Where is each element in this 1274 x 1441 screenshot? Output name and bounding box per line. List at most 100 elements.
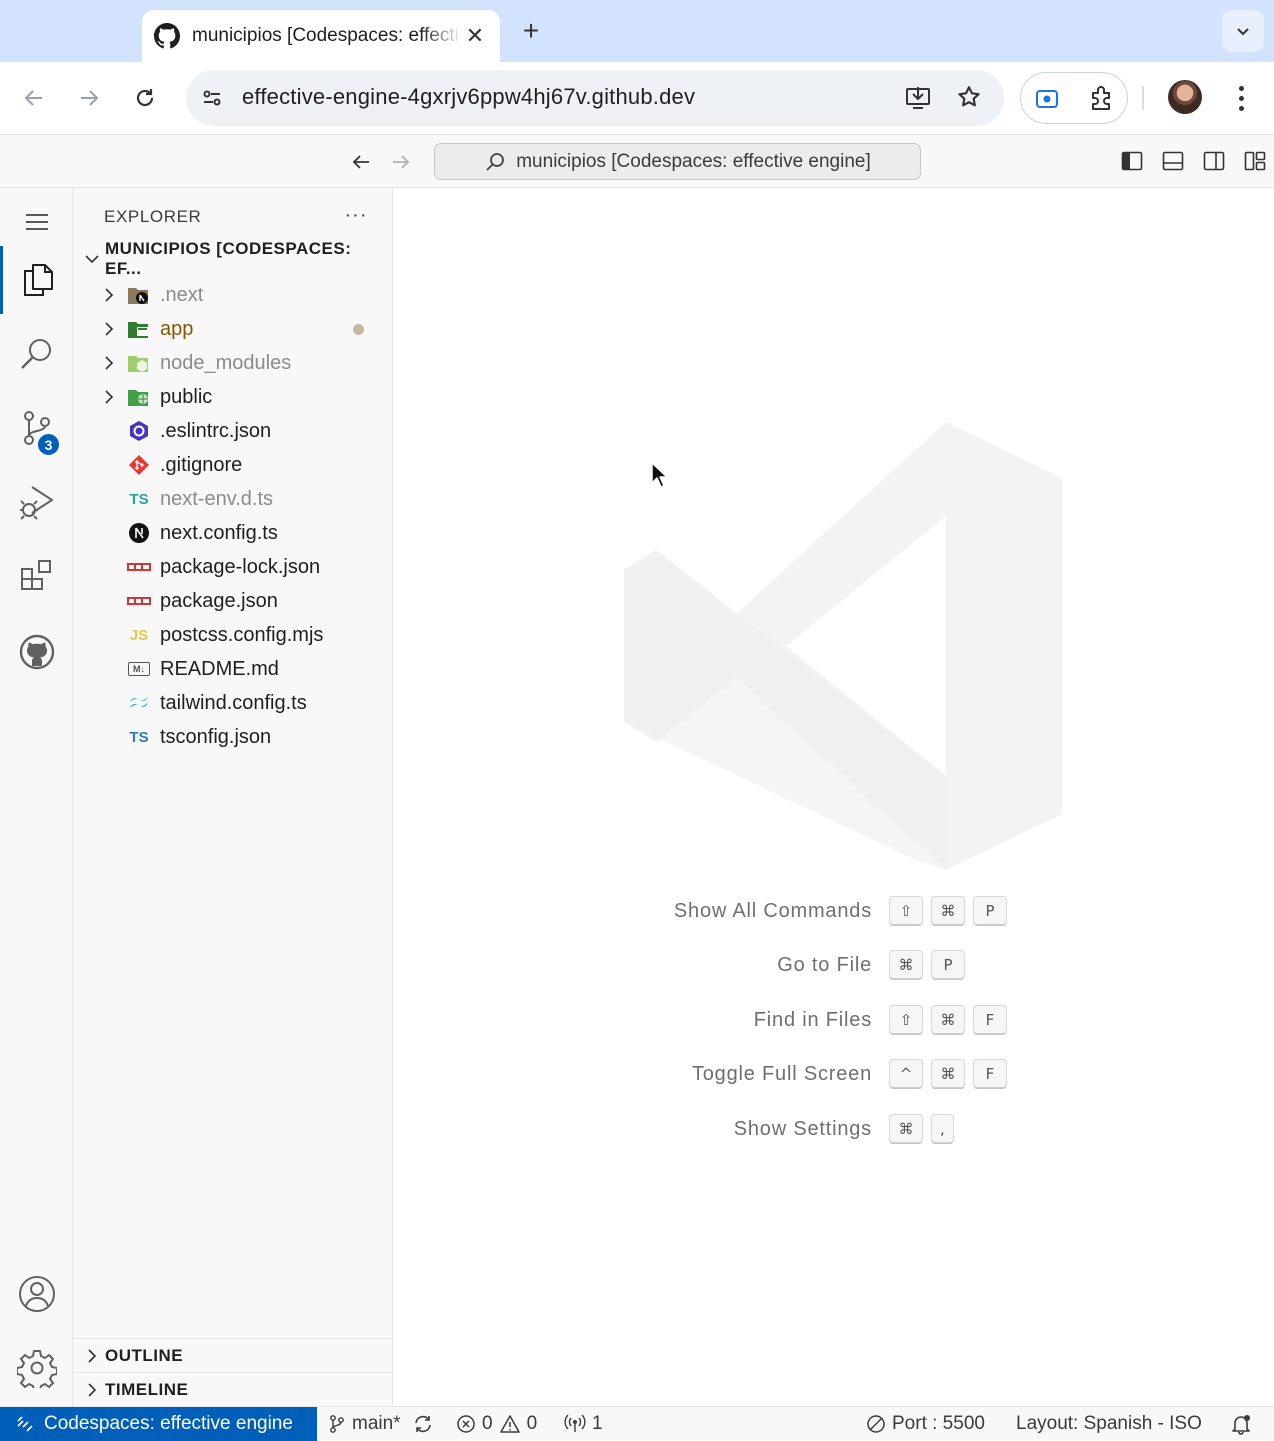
profile-avatar[interactable] — [1168, 80, 1202, 114]
tree-item-readme[interactable]: M↓ README.md — [73, 652, 393, 686]
shortcut-toggle-full-screen[interactable]: Toggle Full Screen ^ ⌘ F — [394, 1057, 1274, 1097]
sync-button[interactable] — [412, 1407, 434, 1441]
explorer-more-actions[interactable]: ··· — [343, 202, 369, 228]
tree-item-package-lock[interactable]: package-lock.json — [73, 550, 393, 584]
activity-manage[interactable] — [0, 1334, 73, 1402]
tailwind-icon — [127, 691, 151, 715]
install-app-icon[interactable] — [904, 84, 932, 112]
gear-icon — [16, 1350, 57, 1388]
activity-accounts[interactable] — [0, 1260, 73, 1328]
timeline-section[interactable]: TIMELINE — [73, 1372, 393, 1406]
tree-item-postcss-config[interactable]: JS postcss.config.mjs — [73, 618, 393, 652]
browser-tab[interactable]: municipios [Codespaces: effective engine… — [142, 10, 500, 62]
activity-extensions[interactable] — [0, 542, 73, 610]
tree-item-public-folder[interactable]: public — [73, 380, 393, 414]
go-back-button[interactable] — [346, 147, 376, 177]
workspace-root-folder[interactable]: MUNICIPIOS [CODESPACES: EF... — [73, 239, 393, 278]
activity-explorer[interactable] — [0, 246, 73, 314]
url-text[interactable]: effective-engine-4gxrjv6ppw4hj67v.github… — [242, 84, 695, 110]
markdown-glyph: M↓ — [128, 662, 150, 676]
ports-indicator[interactable]: 1 — [564, 1407, 603, 1441]
shortcut-label: Go to File — [777, 954, 872, 976]
chevron-right-icon — [101, 346, 117, 380]
toolbar-divider — [1142, 86, 1144, 110]
node-folder-icon — [127, 351, 151, 375]
markdown-icon: M↓ — [127, 657, 151, 681]
customize-layout-icon[interactable] — [1243, 149, 1267, 173]
tree-item-label: README.md — [160, 657, 279, 680]
shortcut-go-to-file[interactable]: Go to File ⌘ P — [394, 948, 1274, 988]
activity-github[interactable] — [0, 618, 73, 686]
shortcut-show-all-commands[interactable]: Show All Commands ⇧ ⌘ P — [394, 894, 1274, 934]
branch-icon — [330, 1415, 344, 1433]
notifications-button[interactable] — [1230, 1407, 1252, 1441]
tree-item-next-folder[interactable]: .next — [73, 278, 393, 312]
tree-item-next-env[interactable]: TS next-env.d.ts — [73, 482, 393, 516]
tree-item-eslintrc[interactable]: .eslintrc.json — [73, 414, 393, 448]
tree-item-label: .eslintrc.json — [160, 419, 272, 442]
toggle-secondary-sidebar-icon[interactable] — [1202, 149, 1226, 173]
go-forward-button[interactable] — [386, 147, 416, 177]
javascript-icon: JS — [129, 626, 149, 644]
live-server-port[interactable]: Port : 5500 — [866, 1407, 985, 1441]
chevron-right-icon — [101, 380, 117, 414]
eslint-icon — [127, 419, 151, 443]
circle-slash-icon — [867, 1415, 885, 1433]
tree-item-package-json[interactable]: package.json — [73, 584, 393, 618]
kbd-key: ^ — [889, 1059, 923, 1089]
kbd-key: ⌘ — [889, 1114, 923, 1144]
bell-icon — [1232, 1415, 1250, 1435]
tree-item-app-folder[interactable]: app — [73, 312, 393, 346]
tree-item-node-modules-folder[interactable]: node_modules — [73, 346, 393, 380]
tree-item-label: tsconfig.json — [160, 725, 272, 748]
timeline-label: TIMELINE — [105, 1379, 189, 1399]
close-tab-icon[interactable]: ✕ — [462, 23, 488, 49]
activity-search[interactable] — [0, 320, 73, 388]
new-tab-button[interactable]: + — [516, 15, 546, 46]
shortcut-find-in-files[interactable]: Find in Files ⇧ ⌘ F — [394, 1003, 1274, 1043]
arrow-left-icon — [352, 155, 369, 169]
toggle-primary-sidebar-icon[interactable] — [1120, 149, 1144, 173]
tree-item-label: app — [160, 317, 194, 340]
git-branch[interactable]: main* — [328, 1407, 401, 1441]
activity-source-control[interactable]: 3 — [0, 394, 73, 462]
outline-section[interactable]: OUTLINE — [73, 1338, 393, 1372]
layout-label: Layout: Spanish - ISO — [1016, 1413, 1202, 1434]
toggle-panel-icon[interactable] — [1161, 149, 1185, 173]
tree-item-gitignore[interactable]: .gitignore — [73, 448, 393, 482]
tree-item-next-config[interactable]: next.config.ts — [73, 516, 393, 550]
chevron-right-icon — [81, 1348, 103, 1364]
problems-indicator[interactable]: 0 0 — [456, 1407, 537, 1441]
remote-icon — [17, 1416, 33, 1432]
mouse-cursor-icon — [651, 462, 668, 488]
branch-label: main* — [352, 1413, 401, 1434]
editor-area[interactable]: Show All Commands ⇧ ⌘ P Go to File ⌘ P F… — [394, 188, 1274, 1406]
chevron-right-icon — [101, 312, 117, 346]
more-icon[interactable] — [1226, 80, 1256, 116]
shortcut-label: Toggle Full Screen — [691, 1063, 872, 1085]
kbd-key: , — [931, 1114, 954, 1144]
layout-controls — [1120, 149, 1267, 173]
github-icon — [19, 634, 54, 670]
tab-search-button[interactable] — [1222, 10, 1264, 52]
remote-indicator[interactable]: Codespaces: effective engine — [0, 1407, 317, 1441]
star-icon[interactable] — [956, 84, 982, 110]
tree-item-tsconfig[interactable]: TS tsconfig.json — [73, 720, 393, 754]
shortcut-show-settings[interactable]: Show Settings ⌘ , — [394, 1112, 1274, 1152]
site-settings-icon[interactable] — [200, 86, 224, 110]
screen-record-icon[interactable] — [1034, 86, 1060, 112]
back-button[interactable] — [16, 80, 52, 116]
reload-button[interactable] — [127, 80, 163, 116]
arrow-right-icon — [393, 155, 410, 169]
extensions-icon[interactable] — [1087, 84, 1115, 112]
tree-item-tailwind-config[interactable]: tailwind.config.ts — [73, 686, 393, 720]
forward-button[interactable] — [71, 80, 107, 116]
address-bar[interactable]: effective-engine-4gxrjv6ppw4hj67v.github… — [186, 70, 1004, 126]
command-center[interactable]: municipios [Codespaces: effective engine… — [434, 143, 921, 180]
activity-run-debug[interactable] — [0, 468, 73, 536]
keyboard-layout[interactable]: Layout: Spanish - ISO — [1016, 1407, 1202, 1441]
kbd-key: F — [973, 1059, 1007, 1089]
tree-item-label: next.config.ts — [160, 521, 278, 544]
search-icon — [486, 152, 505, 171]
app-folder-icon — [127, 317, 151, 341]
